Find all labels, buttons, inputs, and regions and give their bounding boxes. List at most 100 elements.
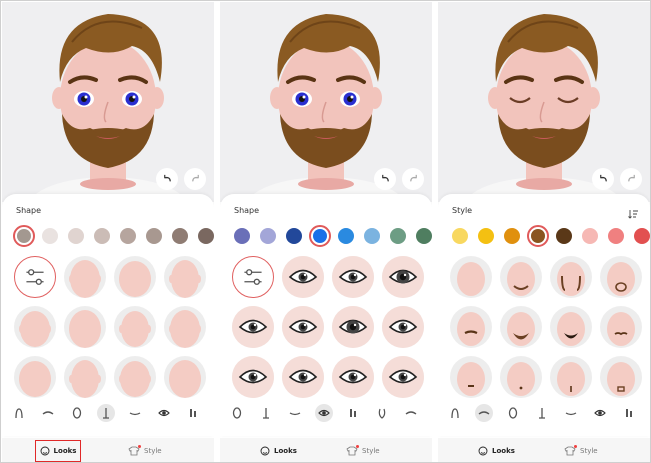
category-icon[interactable]: [591, 404, 609, 422]
custom-adjust-button[interactable]: [232, 256, 274, 298]
eye-option[interactable]: [382, 256, 424, 298]
beard-option[interactable]: [500, 306, 542, 348]
color-swatch[interactable]: [234, 228, 250, 244]
category-icon[interactable]: [286, 404, 304, 422]
face-option[interactable]: [64, 256, 106, 298]
undo-button[interactable]: [374, 168, 396, 190]
color-swatch[interactable]: [634, 228, 650, 244]
category-icon[interactable]: [155, 404, 173, 422]
color-swatch[interactable]: [309, 225, 331, 247]
tab-style-label: Style: [144, 447, 162, 455]
color-swatch[interactable]: [416, 228, 432, 244]
beard-option[interactable]: [550, 356, 592, 398]
category-icon[interactable]: [446, 404, 464, 422]
eye-option[interactable]: [332, 356, 374, 398]
face-option[interactable]: [114, 356, 156, 398]
color-swatch[interactable]: [94, 228, 110, 244]
category-icon[interactable]: [257, 404, 275, 422]
color-swatch[interactable]: [198, 228, 214, 244]
eye-option[interactable]: [232, 356, 274, 398]
category-icon[interactable]: [373, 404, 391, 422]
color-swatch[interactable]: [260, 228, 276, 244]
beard-option[interactable]: [450, 256, 492, 298]
tab-looks[interactable]: Looks: [260, 442, 297, 460]
redo-button[interactable]: [620, 168, 642, 190]
avatar-editor-panel-1: Shape Looks Style: [2, 2, 214, 462]
category-icon[interactable]: [504, 404, 522, 422]
beard-option[interactable]: [550, 256, 592, 298]
face-option[interactable]: [64, 306, 106, 348]
color-swatch[interactable]: [338, 228, 354, 244]
beard-option[interactable]: [500, 356, 542, 398]
category-icon[interactable]: [533, 404, 551, 422]
category-icon[interactable]: [562, 404, 580, 422]
redo-button[interactable]: [184, 168, 206, 190]
color-swatch[interactable]: [120, 228, 136, 244]
color-swatch[interactable]: [452, 228, 468, 244]
tab-looks[interactable]: Looks: [478, 442, 515, 460]
color-swatch[interactable]: [504, 228, 520, 244]
category-icon[interactable]: [315, 404, 333, 422]
face-option[interactable]: [114, 306, 156, 348]
category-icon[interactable]: [68, 404, 86, 422]
tab-style[interactable]: Style: [346, 442, 380, 460]
category-bar: [438, 404, 650, 424]
color-swatch[interactable]: [42, 228, 58, 244]
category-icon[interactable]: [97, 404, 115, 422]
bottom-navigation: Looks Style: [438, 438, 650, 462]
category-icon[interactable]: [475, 404, 493, 422]
color-swatch[interactable]: [68, 228, 84, 244]
eye-option[interactable]: [232, 306, 274, 348]
face-option[interactable]: [114, 256, 156, 298]
face-option[interactable]: [14, 306, 56, 348]
beard-option[interactable]: [550, 306, 592, 348]
sort-icon[interactable]: [628, 204, 638, 219]
face-option[interactable]: [164, 306, 206, 348]
beard-option[interactable]: [450, 356, 492, 398]
sheet-title: Style: [452, 206, 473, 215]
beard-option[interactable]: [600, 356, 642, 398]
undo-button[interactable]: [156, 168, 178, 190]
category-icon[interactable]: [126, 404, 144, 422]
category-icon[interactable]: [344, 404, 362, 422]
beard-option[interactable]: [500, 256, 542, 298]
custom-adjust-button[interactable]: [14, 256, 56, 298]
face-option[interactable]: [164, 356, 206, 398]
color-swatch[interactable]: [286, 228, 302, 244]
tab-style[interactable]: Style: [564, 442, 598, 460]
face-option[interactable]: [164, 256, 206, 298]
color-swatch[interactable]: [527, 225, 549, 247]
face-option[interactable]: [64, 356, 106, 398]
redo-button[interactable]: [402, 168, 424, 190]
redo-icon: [627, 174, 635, 181]
color-swatch[interactable]: [556, 228, 572, 244]
eye-option[interactable]: [382, 356, 424, 398]
color-swatch[interactable]: [172, 228, 188, 244]
tab-style[interactable]: Style: [128, 442, 162, 460]
undo-button[interactable]: [592, 168, 614, 190]
face-option[interactable]: [14, 356, 56, 398]
eye-option[interactable]: [282, 356, 324, 398]
tab-looks[interactable]: Looks: [35, 440, 81, 462]
category-icon[interactable]: [39, 404, 57, 422]
eye-option[interactable]: [382, 306, 424, 348]
color-swatch[interactable]: [364, 228, 380, 244]
category-icon[interactable]: [10, 404, 28, 422]
color-swatch[interactable]: [478, 228, 494, 244]
beard-option[interactable]: [600, 256, 642, 298]
beard-option[interactable]: [450, 306, 492, 348]
eye-option[interactable]: [282, 306, 324, 348]
category-icon[interactable]: [620, 404, 638, 422]
eye-option[interactable]: [332, 306, 374, 348]
category-icon[interactable]: [228, 404, 246, 422]
category-icon[interactable]: [402, 404, 420, 422]
color-swatch[interactable]: [608, 228, 624, 244]
eye-option[interactable]: [282, 256, 324, 298]
color-swatch[interactable]: [146, 228, 162, 244]
beard-option[interactable]: [600, 306, 642, 348]
category-icon[interactable]: [184, 404, 202, 422]
eye-option[interactable]: [332, 256, 374, 298]
color-swatch[interactable]: [390, 228, 406, 244]
color-swatch[interactable]: [582, 228, 598, 244]
color-swatch[interactable]: [13, 225, 35, 247]
